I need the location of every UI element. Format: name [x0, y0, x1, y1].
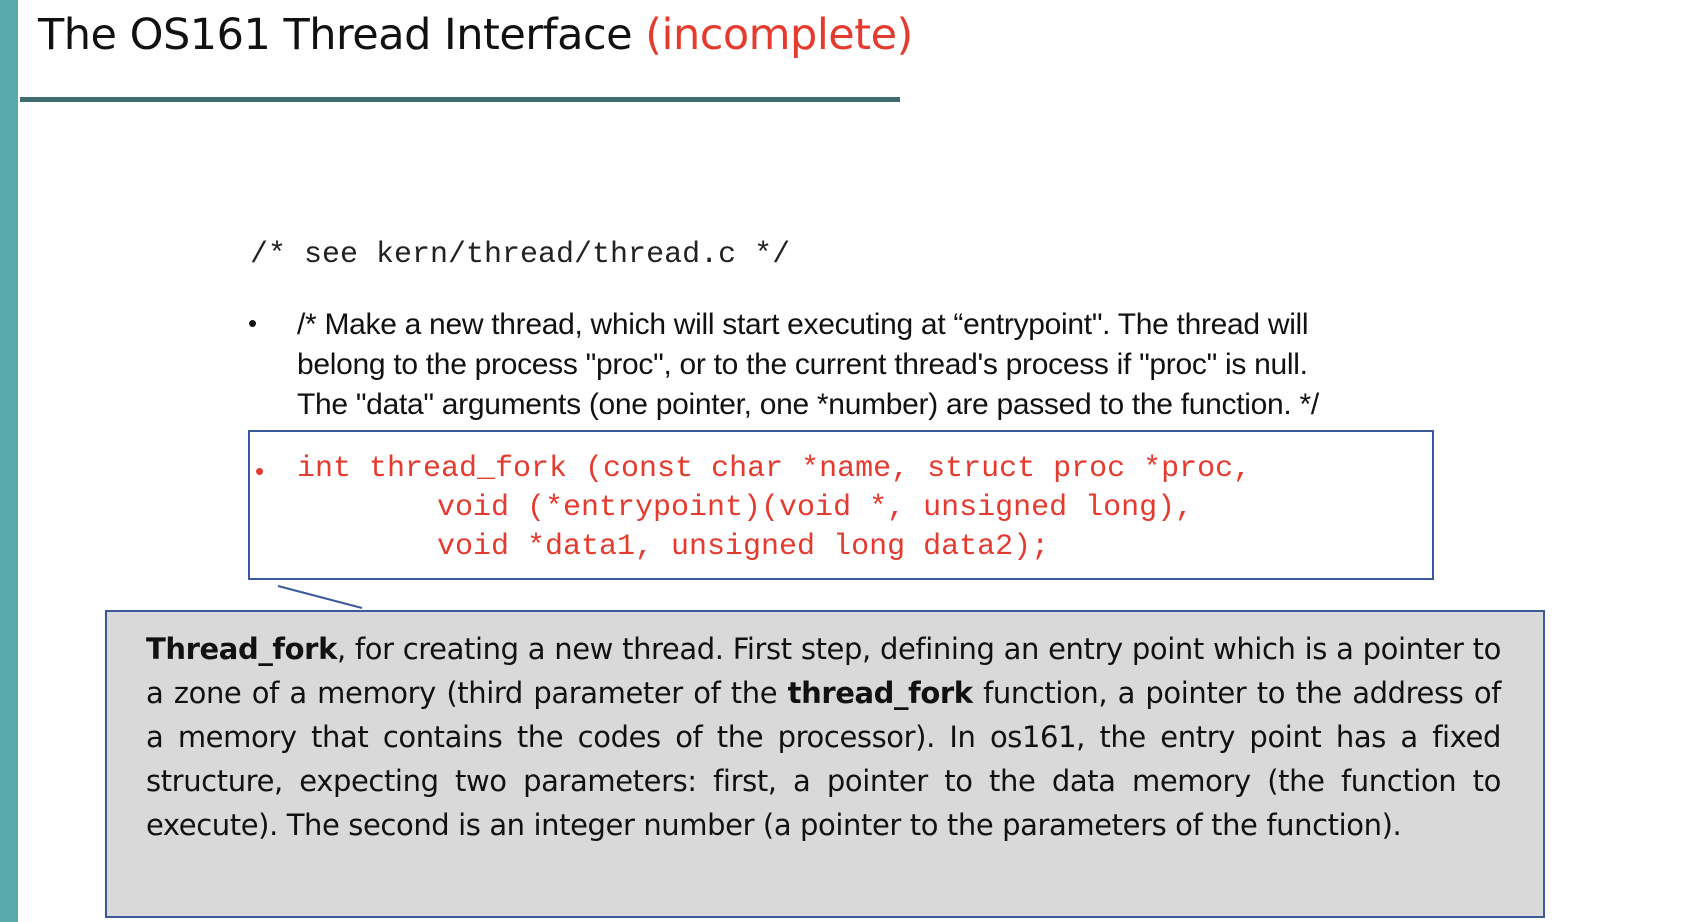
function-description: /* Make a new thread, which will start e… [297, 305, 1497, 425]
code-line: int thread_fork (const char *name, struc… [297, 452, 1252, 486]
source-file-comment: /* see kern/thread/thread.c */ [250, 238, 791, 272]
title-underline [20, 97, 900, 102]
code-bullet: • [255, 456, 265, 486]
slide-title-accent: (incomplete) [645, 10, 913, 60]
description-line: The "data" arguments (one pointer, one *… [297, 388, 1319, 421]
left-accent-bar [0, 0, 18, 922]
explanation-text: Thread_fork, for creating a new thread. … [146, 627, 1501, 847]
code-line: void *data1, unsigned long data2); [437, 530, 1050, 564]
slide-title: The OS161 Thread Interface (incomplete) [38, 10, 913, 60]
slide-title-main: The OS161 Thread Interface [38, 10, 633, 60]
explanation-bold-term: thread_fork [787, 676, 973, 710]
description-bullet: • [248, 308, 258, 338]
description-line: belong to the process "proc", or to the … [297, 348, 1308, 381]
description-line: /* Make a new thread, which will start e… [297, 308, 1309, 341]
explanation-bold-term: Thread_fork [146, 632, 337, 666]
code-line: void (*entrypoint)(void *, unsigned long… [437, 491, 1194, 525]
